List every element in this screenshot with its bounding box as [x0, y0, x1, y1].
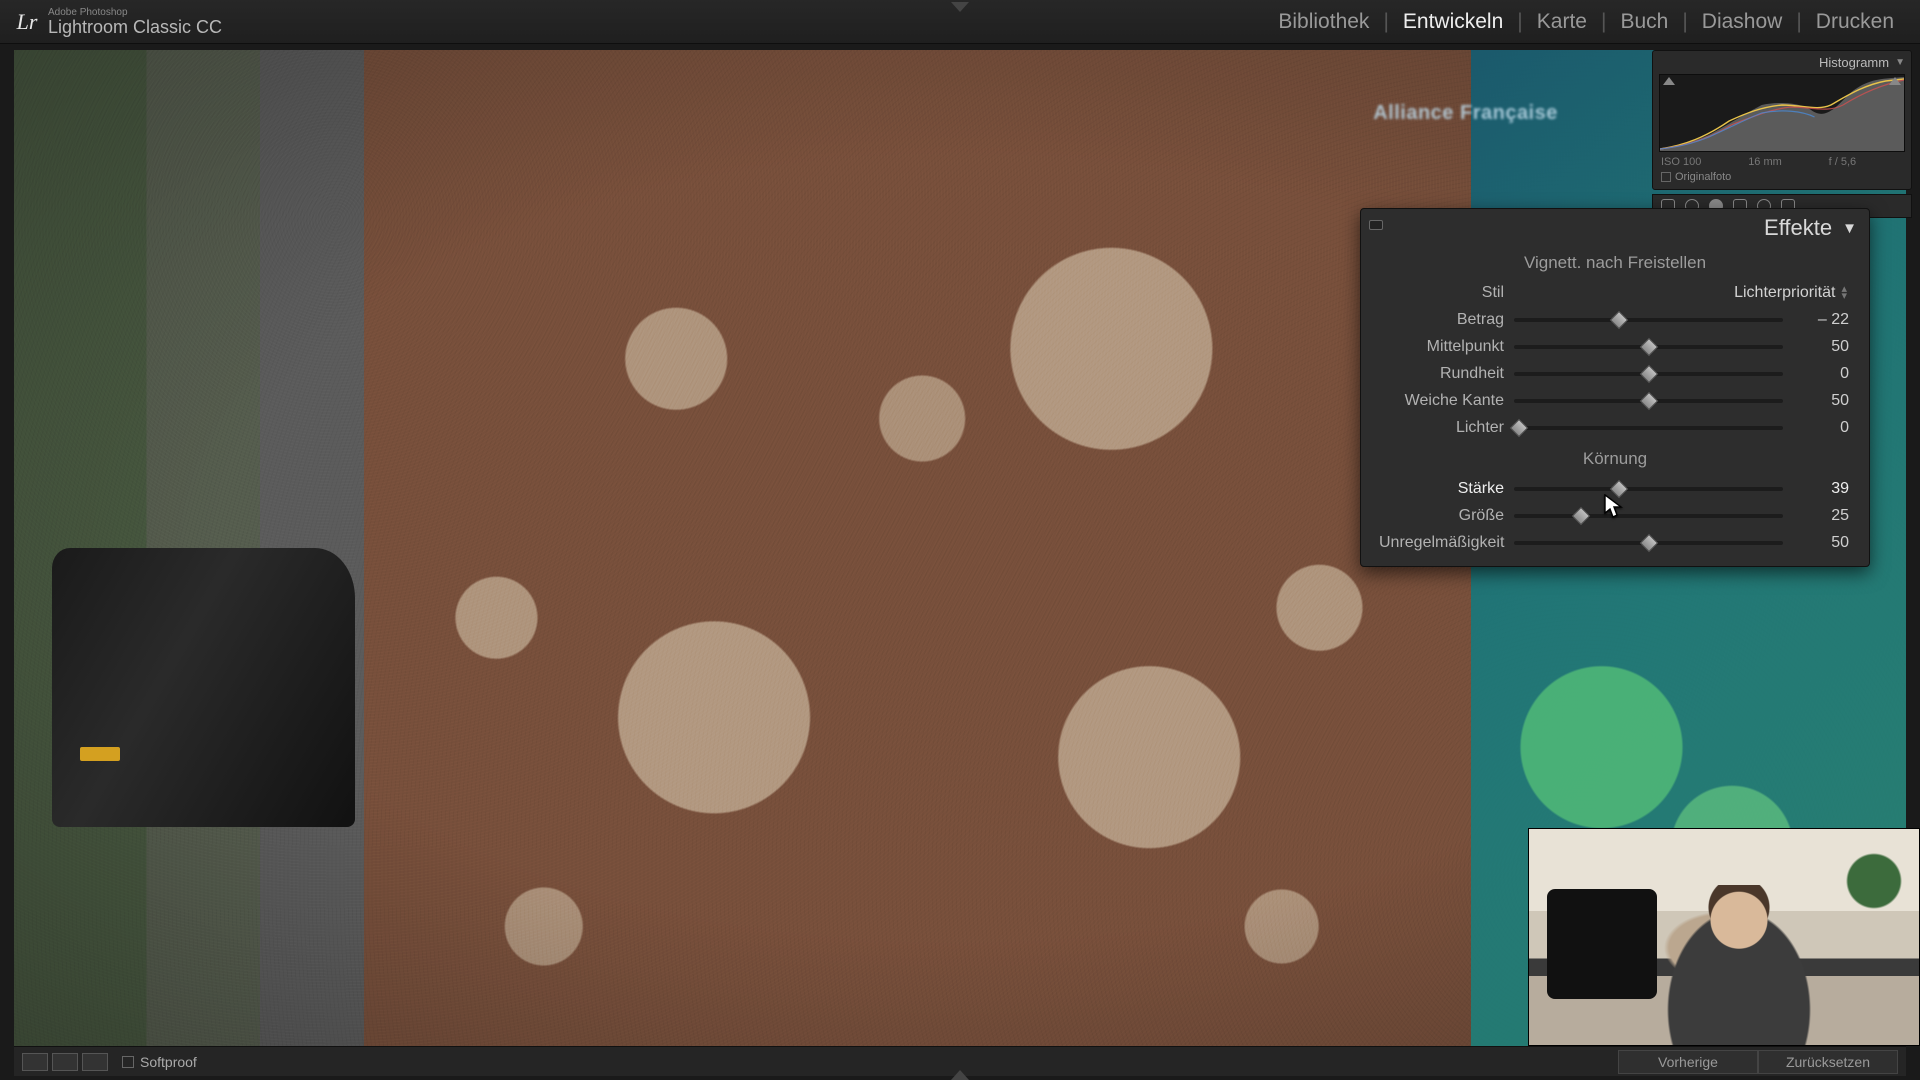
original-toggle[interactable]: Originalfoto	[1659, 171, 1905, 183]
app-titlebar: Lr Adobe Photoshop Lightroom Classic CC …	[0, 0, 1920, 44]
focal-label: 16 mm	[1748, 156, 1782, 168]
chevron-down-icon[interactable]: ▼	[1842, 220, 1857, 237]
view-mode-buttons	[22, 1053, 108, 1071]
slider-value[interactable]: 25	[1793, 507, 1851, 525]
checkbox-icon	[122, 1056, 134, 1068]
webcam-detail	[1649, 885, 1829, 1045]
slider-value[interactable]: 50	[1793, 534, 1851, 552]
module-bibliothek[interactable]: Bibliothek	[1264, 10, 1383, 34]
webcam-detail	[1839, 839, 1909, 909]
module-entwickeln[interactable]: Entwickeln	[1389, 10, 1517, 34]
view-split-icon[interactable]	[82, 1053, 108, 1071]
slider-value[interactable]: 50	[1793, 338, 1851, 356]
vignette-style-dropdown[interactable]: Lichterpriorität ▴▾	[1514, 284, 1851, 302]
iso-label: ISO 100	[1661, 156, 1701, 168]
slider-label: Betrag	[1379, 311, 1504, 329]
highlight-clip-icon[interactable]	[1889, 77, 1901, 85]
shadow-clip-icon[interactable]	[1663, 77, 1675, 85]
slider-label: Weiche Kante	[1379, 392, 1504, 410]
histogram-title[interactable]: Histogramm	[1819, 55, 1889, 70]
slider-value[interactable]: 39	[1793, 480, 1851, 498]
lichter-slider[interactable]	[1514, 426, 1783, 430]
chevron-down-icon[interactable]: ▼	[1895, 57, 1905, 68]
style-value: Lichterpriorität	[1734, 284, 1835, 302]
slider-value[interactable]: 0	[1793, 419, 1851, 437]
slider-value[interactable]: – 22	[1793, 311, 1851, 329]
slider-row-betrag: Betrag – 22	[1361, 306, 1869, 333]
checkbox-icon	[1661, 172, 1671, 182]
grain-section-title: Körnung	[1361, 441, 1869, 475]
slider-label: Stärke	[1379, 480, 1504, 498]
slider-row-staerke: Stärke 39	[1361, 475, 1869, 502]
slider-row-lichter: Lichter 0	[1361, 414, 1869, 441]
slider-row-groesse: Größe 25	[1361, 502, 1869, 529]
softproof-toggle[interactable]: Softproof	[122, 1054, 197, 1070]
webcam-detail	[1547, 889, 1657, 999]
betrag-slider[interactable]	[1514, 318, 1783, 322]
app-name: Lightroom Classic CC	[48, 18, 222, 36]
histogram-graph[interactable]	[1659, 74, 1905, 152]
exposure-info: ISO 100 16 mm f / 5,6	[1659, 156, 1905, 171]
module-karte[interactable]: Karte	[1523, 10, 1601, 34]
original-label: Originalfoto	[1675, 171, 1731, 183]
slider-label: Unregelmäßigkeit	[1379, 534, 1504, 552]
vignette-style-row: Stil Lichterpriorität ▴▾	[1361, 279, 1869, 306]
panel-title[interactable]: Effekte	[1764, 215, 1832, 241]
dropdown-arrows-icon: ▴▾	[1841, 286, 1847, 299]
slider-label: Mittelpunkt	[1379, 338, 1504, 356]
app-logo: Lr	[12, 7, 42, 37]
slider-row-mittelpunkt: Mittelpunkt 50	[1361, 333, 1869, 360]
app-title: Adobe Photoshop Lightroom Classic CC	[48, 8, 222, 36]
photo-text: Alliance Française	[1373, 102, 1558, 125]
effects-panel: Effekte ▼ Vignett. nach Freistellen Stil…	[1360, 208, 1870, 567]
weiche-kante-slider[interactable]	[1514, 399, 1783, 403]
histogram-panel: Histogramm ▼ ISO 100 16 mm f / 5,6 Origi…	[1652, 50, 1912, 190]
slider-value[interactable]: 0	[1793, 365, 1851, 383]
vendor-label: Adobe Photoshop	[48, 8, 222, 18]
slider-label: Rundheit	[1379, 365, 1504, 383]
view-before-after-icon[interactable]	[52, 1053, 78, 1071]
module-picker: Bibliothek| Entwickeln| Karte| Buch| Dia…	[1264, 0, 1908, 44]
mittelpunkt-slider[interactable]	[1514, 345, 1783, 349]
previous-button[interactable]: Vorherige	[1618, 1050, 1758, 1074]
panel-grip-bottom[interactable]	[951, 1070, 969, 1080]
unregel-slider[interactable]	[1514, 541, 1783, 545]
slider-label: Größe	[1379, 507, 1504, 525]
slider-row-unregelmaessigkeit: Unregelmäßigkeit 50	[1361, 529, 1869, 556]
panel-grip-top[interactable]	[951, 2, 969, 12]
groesse-slider[interactable]	[1514, 514, 1783, 518]
reset-button[interactable]: Zurücksetzen	[1758, 1050, 1898, 1074]
module-buch[interactable]: Buch	[1606, 10, 1682, 34]
panel-toggle-switch[interactable]	[1369, 220, 1383, 230]
style-label: Stil	[1379, 284, 1504, 302]
webcam-overlay	[1528, 828, 1920, 1046]
module-diashow[interactable]: Diashow	[1688, 10, 1797, 34]
rundheit-slider[interactable]	[1514, 372, 1783, 376]
photo-detail	[80, 747, 120, 761]
vignette-section-title: Vignett. nach Freistellen	[1361, 245, 1869, 279]
photo-detail	[52, 548, 355, 827]
slider-row-rundheit: Rundheit 0	[1361, 360, 1869, 387]
staerke-slider[interactable]	[1514, 487, 1783, 491]
slider-row-weiche-kante: Weiche Kante 50	[1361, 387, 1869, 414]
slider-label: Lichter	[1379, 419, 1504, 437]
slider-value[interactable]: 50	[1793, 392, 1851, 410]
aperture-label: f / 5,6	[1829, 156, 1857, 168]
view-loupe-icon[interactable]	[22, 1053, 48, 1071]
softproof-label: Softproof	[140, 1054, 197, 1070]
module-drucken[interactable]: Drucken	[1802, 10, 1908, 34]
